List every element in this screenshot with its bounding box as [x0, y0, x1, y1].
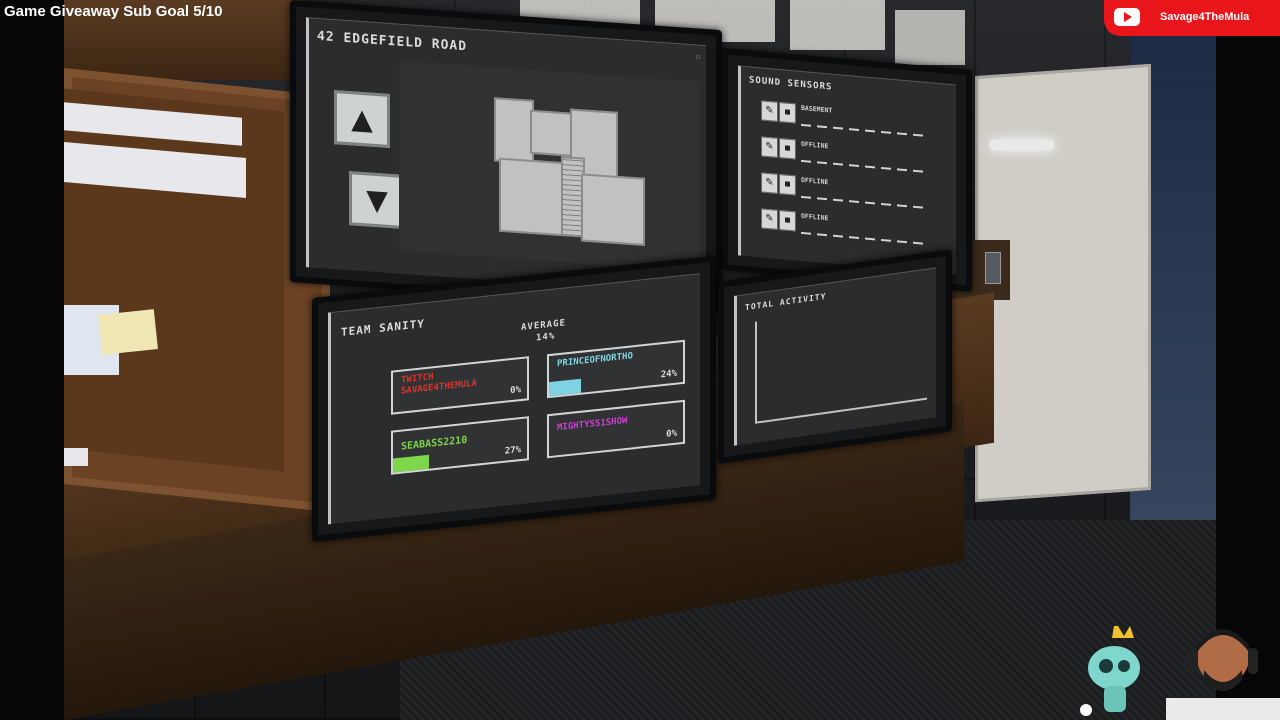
pencil-icon[interactable]: ✎ — [761, 172, 778, 194]
sensor-level — [801, 123, 926, 137]
left-letterbox — [0, 0, 64, 720]
pencil-icon[interactable]: ✎ — [761, 208, 778, 230]
sensor-row: ✎ ▪ OFFLINE — [761, 136, 940, 180]
map-room — [530, 109, 574, 157]
right-letterbox — [1216, 0, 1280, 720]
sensor-level — [801, 159, 926, 173]
youtube-play-icon — [1114, 8, 1140, 26]
player-sanity-percent: 24% — [660, 368, 677, 381]
crowned-cat-mascot-icon — [1080, 626, 1140, 716]
sensor-select-icon[interactable]: ▪ — [779, 209, 796, 232]
player-sanity-card: PRINCEOFNORTHO 24% — [547, 339, 685, 399]
sensor-row: ✎ ▪ OFFLINE — [761, 172, 940, 216]
sound-sensors-screen: SOUND SENSORS ✎ ▪ BASEMENT ✎ ▪ OFFLINE ✎… — [738, 65, 956, 275]
team-sanity-title: TEAM SANITY — [341, 317, 425, 339]
sticky-note[interactable] — [98, 309, 158, 355]
wall-tile — [790, 0, 885, 50]
player-sanity-percent: 27% — [504, 445, 521, 457]
sub-goal-text: Game Giveaway Sub Goal 5/10 — [4, 3, 223, 20]
pencil-icon[interactable]: ✎ — [761, 100, 778, 122]
keypad-icon[interactable] — [985, 252, 1001, 284]
youtube-badge[interactable]: Savage4TheMula — [1104, 0, 1280, 36]
channel-name: Savage4TheMula — [1160, 11, 1250, 23]
sanity-bar-fill — [393, 454, 430, 473]
team-sanity-monitor: TEAM SANITY AVERAGE 14% TWITCH SAVAGE4TH… — [312, 255, 716, 542]
total-activity-title: TOTAL ACTIVITY — [745, 291, 827, 313]
game-scene: 42 EDGEFIELD ROAD ▢ ▲ ▼ SOUND SENSORS ✎ — [0, 0, 1280, 720]
sensor-row: ✎ ▪ BASEMENT — [761, 100, 940, 144]
sensor-select-icon[interactable]: ▪ — [779, 137, 796, 160]
floor-map — [399, 60, 699, 272]
activity-graph — [755, 297, 927, 424]
streamer-avatar — [1166, 629, 1280, 720]
wall-tile — [895, 10, 965, 65]
average-value: 14% — [536, 331, 556, 344]
player-sanity-percent: 0% — [510, 385, 521, 397]
arrow-down-icon: ▼ — [366, 182, 388, 218]
player-name: TWITCH SAVAGE4THEMULA — [401, 372, 477, 397]
sensor-select-icon[interactable]: ▪ — [779, 101, 796, 124]
player-sanity-card: TWITCH SAVAGE4THEMULA 0% — [391, 356, 529, 415]
sensor-label: OFFLINE — [801, 175, 829, 187]
player-name: SEABASS2210 — [401, 434, 468, 453]
light-fixture — [990, 140, 1054, 150]
average-label: AVERAGE — [521, 318, 566, 334]
sensor-label: OFFLINE — [801, 139, 829, 151]
player-sanity-card: SEABASS2210 27% — [391, 416, 529, 475]
corner-tag: ▢ — [696, 53, 700, 61]
pencil-icon[interactable]: ✎ — [761, 136, 778, 158]
pinned-note[interactable] — [64, 448, 88, 466]
player-name: PRINCEOFNORTHO — [557, 351, 633, 370]
map-title: 42 EDGEFIELD ROAD — [317, 28, 468, 55]
floor-up-button[interactable]: ▲ — [334, 90, 390, 148]
map-room — [499, 157, 565, 237]
player-sanity-card: MIGHTY551SHOW 0% — [547, 399, 685, 459]
total-activity-screen: TOTAL ACTIVITY — [734, 267, 936, 446]
sound-sensors-title: SOUND SENSORS — [749, 75, 833, 93]
sanity-bar-fill — [549, 378, 582, 397]
team-sanity-screen: TEAM SANITY AVERAGE 14% TWITCH SAVAGE4TH… — [328, 273, 700, 525]
sensor-select-icon[interactable]: ▪ — [779, 173, 796, 196]
player-sanity-percent: 0% — [666, 428, 677, 440]
total-activity-monitor: TOTAL ACTIVITY — [718, 249, 952, 464]
sensor-level — [801, 195, 926, 209]
sensor-label: BASEMENT — [801, 103, 833, 115]
sensor-label: OFFLINE — [801, 211, 829, 223]
sensor-row: ✎ ▪ OFFLINE — [761, 208, 940, 252]
map-room — [494, 97, 534, 165]
arrow-up-icon: ▲ — [351, 101, 373, 137]
floor-down-button[interactable]: ▼ — [349, 171, 405, 230]
map-screen: 42 EDGEFIELD ROAD ▢ ▲ ▼ — [306, 17, 706, 296]
sensor-level — [801, 231, 926, 245]
player-name: MIGHTY551SHOW — [557, 415, 628, 434]
map-room — [581, 173, 645, 246]
